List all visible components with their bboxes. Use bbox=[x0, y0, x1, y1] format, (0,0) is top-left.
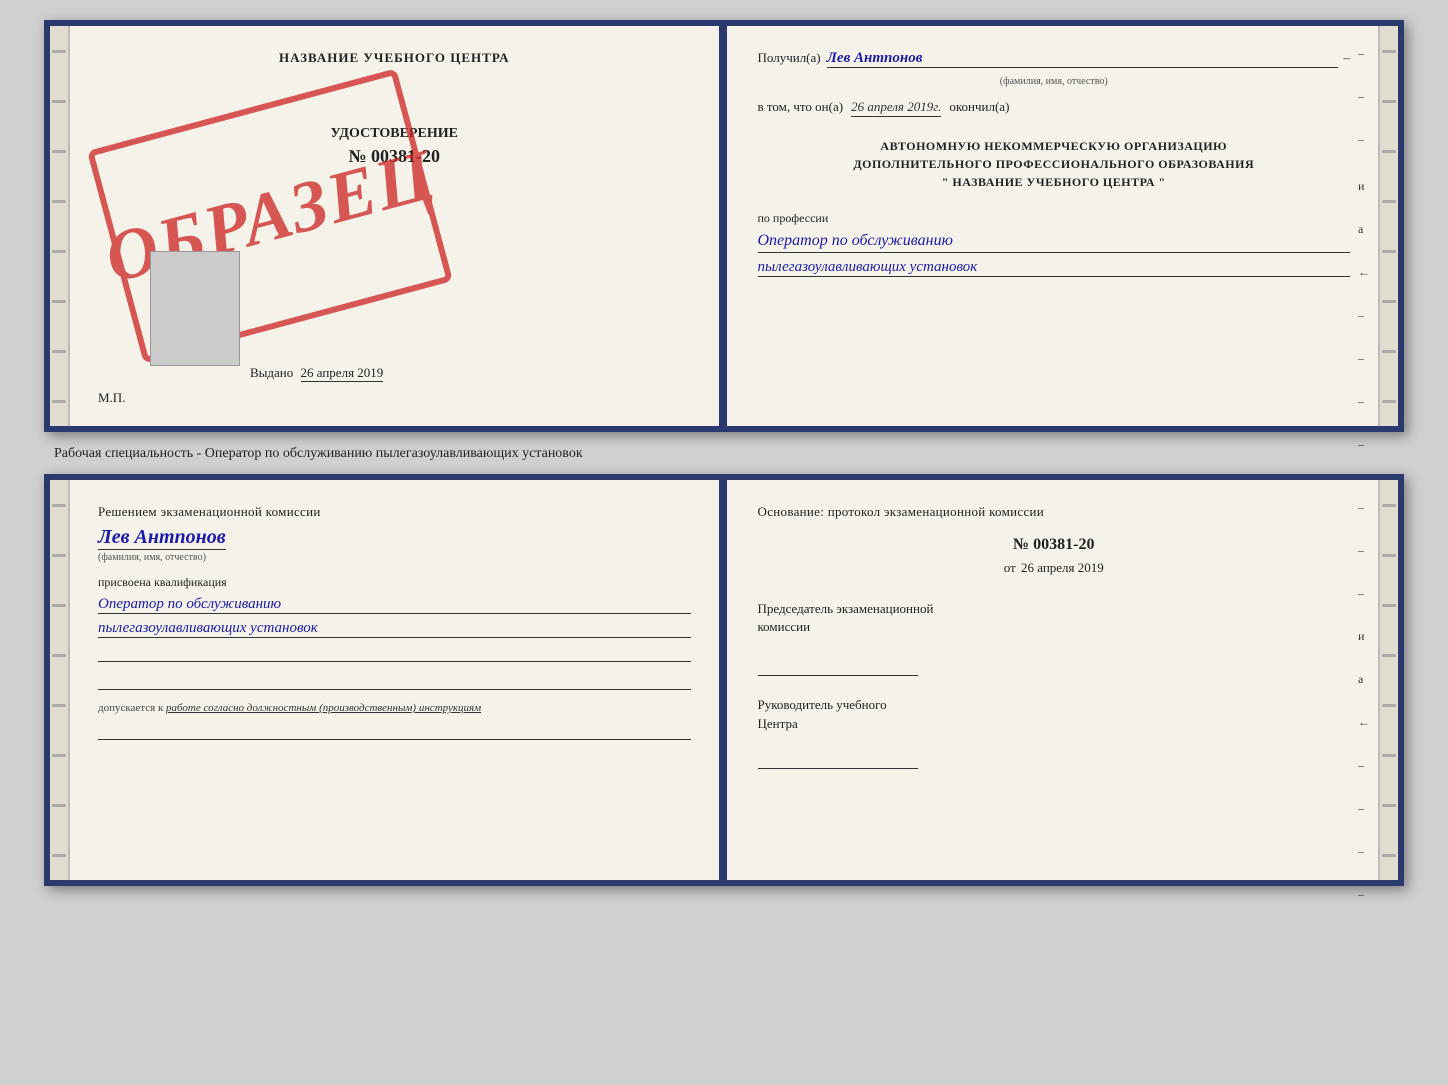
blank-line-2 bbox=[98, 672, 691, 690]
spine-mark bbox=[1382, 804, 1396, 807]
specialty-text-container: Рабочая специальность - Оператор по обсл… bbox=[44, 444, 1404, 462]
spine-mark bbox=[52, 704, 66, 707]
spine-mark bbox=[1382, 350, 1396, 353]
spine-mark bbox=[1382, 200, 1396, 203]
person-name-bottom: Лев Антпонов bbox=[98, 526, 226, 550]
cert-title: НАЗВАНИЕ УЧЕБНОГО ЦЕНТРА bbox=[98, 50, 691, 66]
director-signature-line bbox=[758, 749, 918, 769]
right-dashes: – – – и а ← – – – – bbox=[1358, 46, 1370, 452]
decision-text: Решением экзаменационной комиссии bbox=[98, 504, 691, 520]
basis-label: Основание: протокол экзаменационной коми… bbox=[758, 504, 1351, 520]
in-that-label: в том, что он(а) bbox=[758, 99, 844, 115]
allowed-label: допускается к bbox=[98, 702, 163, 714]
specialty-text: Рабочая специальность - Оператор по обсл… bbox=[54, 446, 583, 461]
bottom-right-spine bbox=[1378, 480, 1398, 880]
spine-mark bbox=[1382, 504, 1396, 507]
cert-type: УДОСТОВЕРЕНИЕ bbox=[98, 126, 691, 142]
spine-mark bbox=[52, 150, 66, 153]
spine-mark bbox=[52, 300, 66, 303]
director-label: Руководитель учебного Центра bbox=[758, 696, 1351, 732]
spine-mark bbox=[1382, 604, 1396, 607]
top-right-page: Получил(а) Лев Антпонов – (фамилия, имя,… bbox=[722, 26, 1379, 426]
protocol-date: от 26 апреля 2019 bbox=[758, 560, 1351, 576]
spine-mark bbox=[52, 804, 66, 807]
spine-mark bbox=[1382, 554, 1396, 557]
bottom-right-page: Основание: протокол экзаменационной коми… bbox=[722, 480, 1379, 880]
spine-mark bbox=[52, 854, 66, 857]
cert-number: № 00381-20 bbox=[98, 146, 691, 167]
org-name-block: АВТОНОМНУЮ НЕКОММЕРЧЕСКУЮ ОРГАНИЗАЦИЮ ДО… bbox=[758, 137, 1351, 191]
chairman-line2: комиссии bbox=[758, 618, 1351, 636]
profession-label: по профессии bbox=[758, 211, 1351, 226]
document-wrapper: НАЗВАНИЕ УЧЕБНОГО ЦЕНТРА ОБРАЗЕЦ УДОСТОВ… bbox=[44, 20, 1404, 886]
right-spine bbox=[1378, 26, 1398, 426]
protocol-number: № 00381-20 bbox=[758, 536, 1351, 554]
photo-placeholder bbox=[150, 251, 240, 366]
chairman-label: Председатель экзаменационной комиссии bbox=[758, 600, 1351, 636]
blank-line-1 bbox=[98, 644, 691, 662]
obrazets-stamp: ОБРАЗЕЦ bbox=[87, 68, 453, 363]
spine-mark bbox=[52, 504, 66, 507]
spine-mark bbox=[1382, 754, 1396, 757]
spine-mark bbox=[52, 604, 66, 607]
received-line: Получил(а) Лев Антпонов – bbox=[758, 50, 1351, 68]
bottom-right-dashes: – – – и а ← – – – – bbox=[1358, 500, 1370, 902]
spine-mark bbox=[1382, 150, 1396, 153]
received-label: Получил(а) bbox=[758, 50, 821, 66]
completed-date: 26 апреля 2019г. bbox=[851, 99, 941, 117]
blank-line-3 bbox=[98, 722, 691, 740]
spine-mark bbox=[52, 100, 66, 103]
org-line1: АВТОНОМНУЮ НЕКОММЕРЧЕСКУЮ ОРГАНИЗАЦИЮ bbox=[758, 137, 1351, 155]
assigned-label: присвоена квалификация bbox=[98, 575, 691, 590]
spine-mark bbox=[1382, 704, 1396, 707]
spine-mark bbox=[1382, 100, 1396, 103]
qual-line2: пылегазоулавливающих установок bbox=[98, 620, 691, 638]
received-name: Лев Антпонов bbox=[827, 50, 1338, 68]
top-left-page: НАЗВАНИЕ УЧЕБНОГО ЦЕНТРА ОБРАЗЕЦ УДОСТОВ… bbox=[70, 26, 722, 426]
spine-mark bbox=[52, 50, 66, 53]
spine-mark bbox=[52, 350, 66, 353]
profession-line2: пылегазоулавливающих установок bbox=[758, 259, 1351, 277]
spine-mark bbox=[1382, 300, 1396, 303]
spine-mark bbox=[52, 654, 66, 657]
issued-date: 26 апреля 2019 bbox=[301, 365, 384, 382]
chairman-line1: Председатель экзаменационной bbox=[758, 600, 1351, 618]
chairman-signature-line bbox=[758, 656, 918, 676]
bottom-fio-subtext: (фамилия, имя, отчество) bbox=[98, 552, 691, 563]
bottom-left-spine bbox=[50, 480, 70, 880]
protocol-date-prefix: от bbox=[1004, 560, 1016, 575]
spine-mark bbox=[52, 754, 66, 757]
director-line2: Центра bbox=[758, 715, 1351, 733]
top-diploma-book: НАЗВАНИЕ УЧЕБНОГО ЦЕНТРА ОБРАЗЕЦ УДОСТОВ… bbox=[44, 20, 1404, 432]
protocol-date-value: 26 апреля 2019 bbox=[1021, 560, 1104, 575]
spine-mark bbox=[52, 554, 66, 557]
spine-mark bbox=[1382, 854, 1396, 857]
profession-line1: Оператор по обслуживанию bbox=[758, 230, 1351, 253]
allowed-line: допускается к работе согласно должностны… bbox=[98, 702, 691, 714]
mp-label: М.П. bbox=[98, 390, 125, 406]
fio-subtext: (фамилия, имя, отчество) bbox=[758, 76, 1351, 87]
allowed-value: работе согласно должностным (производств… bbox=[166, 702, 481, 714]
spine-mark bbox=[1382, 400, 1396, 403]
qual-line1: Оператор по обслуживанию bbox=[98, 596, 691, 614]
left-spine bbox=[50, 26, 70, 426]
spine-mark bbox=[1382, 250, 1396, 253]
org-line2: ДОПОЛНИТЕЛЬНОГО ПРОФЕССИОНАЛЬНОГО ОБРАЗО… bbox=[758, 155, 1351, 173]
spine-mark bbox=[52, 200, 66, 203]
spine-mark bbox=[52, 250, 66, 253]
director-line1: Руководитель учебного bbox=[758, 696, 1351, 714]
spine-mark bbox=[1382, 50, 1396, 53]
in-that-line: в том, что он(а) 26 апреля 2019г. окончи… bbox=[758, 99, 1351, 117]
bottom-diploma-book: Решением экзаменационной комиссии Лев Ан… bbox=[44, 474, 1404, 886]
issued-line: Выдано 26 апреля 2019 bbox=[250, 365, 383, 381]
bottom-left-page: Решением экзаменационной комиссии Лев Ан… bbox=[70, 480, 722, 880]
issued-label: Выдано bbox=[250, 365, 293, 380]
org-line3: " НАЗВАНИЕ УЧЕБНОГО ЦЕНТРА " bbox=[758, 173, 1351, 191]
spine-mark bbox=[1382, 654, 1396, 657]
completed-label: окончил(а) bbox=[949, 99, 1009, 115]
spine-mark bbox=[52, 400, 66, 403]
